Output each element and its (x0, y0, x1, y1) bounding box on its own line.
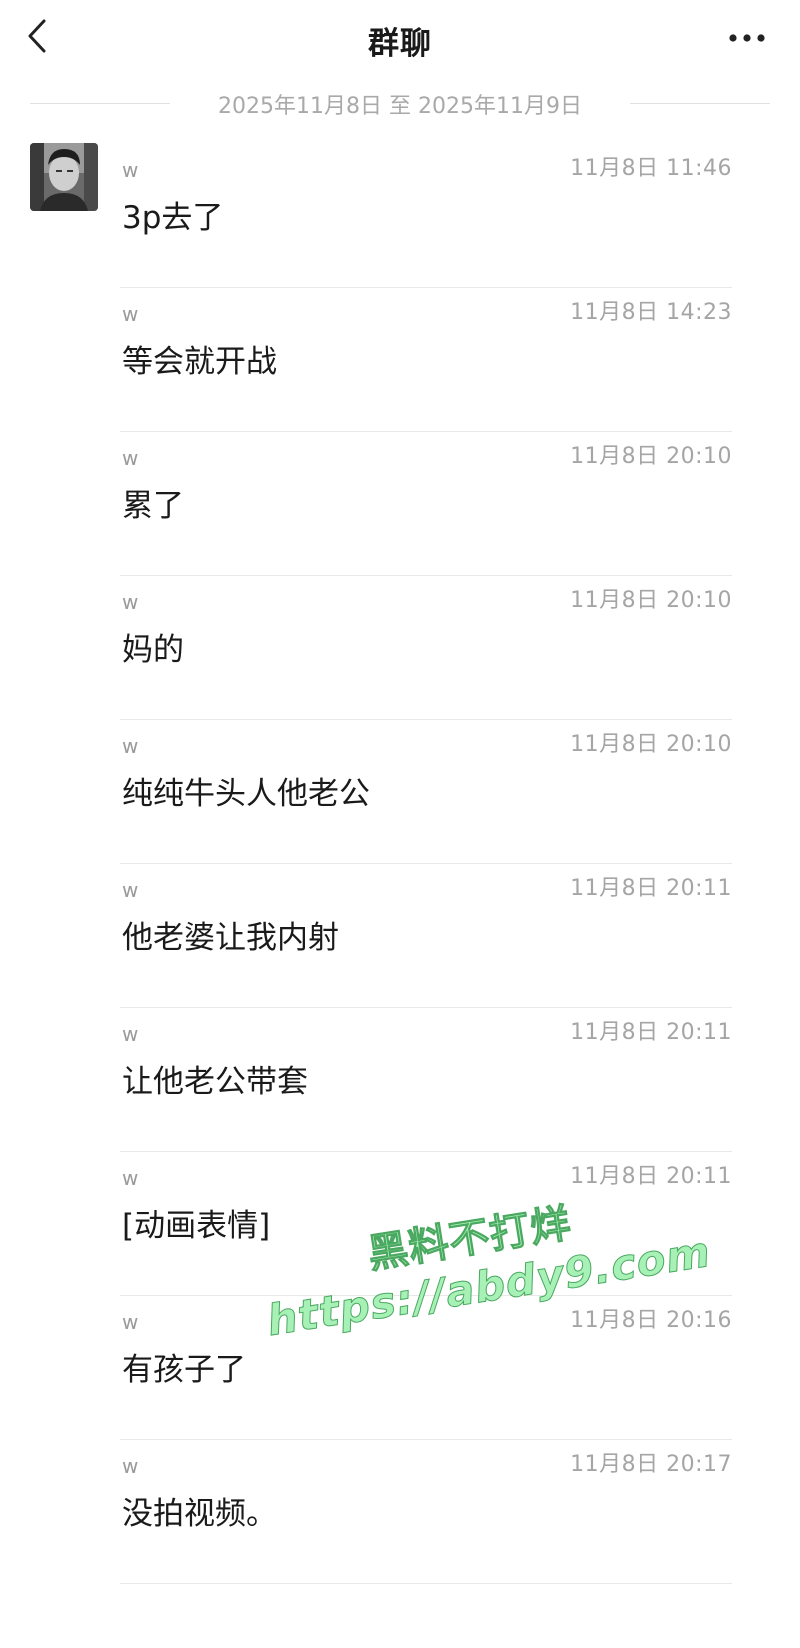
sender-name: w (122, 590, 139, 614)
message-item[interactable]: w 11月8日 20:17 没拍视频。 (120, 1440, 732, 1584)
message-time: 11月8日 20:10 (570, 588, 732, 613)
message-time: 11月8日 20:10 (570, 444, 732, 469)
sender-name: w (122, 158, 139, 182)
more-button[interactable] (722, 20, 772, 56)
user-avatar-image (30, 143, 98, 211)
message-time: 11月8日 20:11 (570, 1020, 732, 1045)
message-item[interactable]: w 11月8日 20:11 [动画表情] (120, 1152, 732, 1296)
page-title: 群聊 (368, 26, 432, 62)
message-item[interactable]: w 11月8日 20:10 妈的 (120, 576, 732, 720)
message-item[interactable]: w 11月8日 20:10 累了 (120, 432, 732, 576)
sender-name: w (122, 302, 139, 326)
message-text: [动画表情] (122, 1208, 271, 1244)
message-text: 等会就开战 (122, 344, 277, 380)
message-time: 11月8日 20:11 (570, 876, 732, 901)
date-range-divider: 2025年11月8日 至 2025年11月9日 (30, 88, 770, 119)
message-text: 累了 (122, 488, 184, 524)
sender-name: w (122, 734, 139, 758)
message-item[interactable]: w 11月8日 11:46 3p去了 (120, 144, 732, 288)
message-item[interactable]: w 11月8日 20:11 让他老公带套 (120, 1008, 732, 1152)
divider-line (630, 103, 770, 104)
message-item[interactable]: w 11月8日 20:11 他老婆让我内射 (120, 864, 732, 1008)
chat-history-screen: 群聊 2025年11月8日 至 2025年11月9日 w 11月8日 11:46… (0, 0, 800, 1648)
sender-name: w (122, 878, 139, 902)
message-text: 让他老公带套 (122, 1064, 308, 1100)
message-text: 3p去了 (122, 200, 224, 236)
date-range-label: 2025年11月8日 至 2025年11月9日 (218, 94, 582, 119)
message-time: 11月8日 11:46 (570, 156, 732, 181)
message-text: 有孩子了 (122, 1352, 246, 1388)
message-item[interactable]: w 11月8日 20:16 有孩子了 (120, 1296, 732, 1440)
sender-name: w (122, 1166, 139, 1190)
more-horizontal-icon (729, 34, 765, 42)
message-time: 11月8日 14:23 (570, 300, 732, 325)
message-time: 11月8日 20:16 (570, 1308, 732, 1333)
sender-name: w (122, 1022, 139, 1046)
sender-name: w (122, 1310, 139, 1334)
avatar[interactable] (30, 143, 98, 211)
message-item[interactable]: w 11月8日 14:23 等会就开战 (120, 288, 732, 432)
top-bar: 群聊 (0, 0, 800, 80)
message-time: 11月8日 20:17 (570, 1452, 732, 1477)
message-item[interactable]: w 11月8日 20:10 纯纯牛头人他老公 (120, 720, 732, 864)
sender-name: w (122, 1454, 139, 1478)
message-time: 11月8日 20:11 (570, 1164, 732, 1189)
message-text: 他老婆让我内射 (122, 920, 339, 956)
message-text: 纯纯牛头人他老公 (122, 776, 370, 812)
message-text: 妈的 (122, 632, 184, 668)
message-text: 没拍视频。 (122, 1496, 277, 1532)
message-time: 11月8日 20:10 (570, 732, 732, 757)
sender-name: w (122, 446, 139, 470)
